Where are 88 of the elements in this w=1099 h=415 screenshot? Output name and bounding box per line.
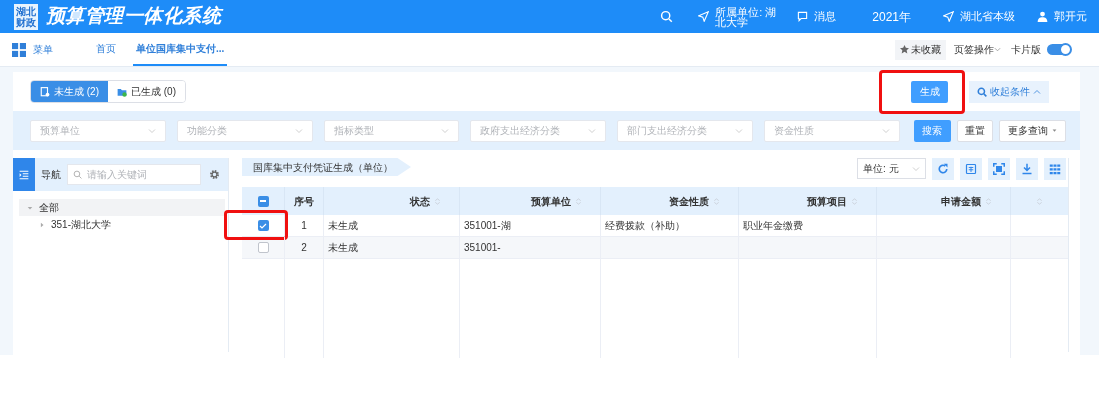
message-icon <box>797 11 809 22</box>
more-query-button[interactable]: 更多查询 <box>998 119 1066 142</box>
column-header[interactable]: 状态 <box>410 193 430 209</box>
select-all-checkbox[interactable] <box>257 195 269 207</box>
tab-operations-dropdown[interactable]: 页签操作 <box>954 42 1001 57</box>
chevron-down-icon <box>294 126 303 135</box>
sort-icon <box>851 196 858 206</box>
filter-dropdown[interactable]: 指标类型 <box>323 119 460 142</box>
app-title: 预算管理一体化系统 <box>46 4 222 29</box>
chevron-down-icon <box>994 46 1001 53</box>
chevron-down-icon <box>735 126 744 135</box>
unit-label[interactable]: 所属单位: 湖北大学 <box>715 6 778 27</box>
filter-dropdown[interactable]: 政府支出经济分类 <box>470 119 607 142</box>
check-icon <box>259 221 267 230</box>
column-grid-icon <box>1049 163 1061 175</box>
sort-icon <box>434 196 441 206</box>
user-name[interactable]: 郭开元 <box>1054 8 1087 25</box>
caret-down-icon <box>1051 128 1057 133</box>
table-cell-text: 未生成 <box>328 241 358 255</box>
chevron-down-icon <box>881 126 890 135</box>
search-icon <box>73 170 82 179</box>
breadcrumb-title: 国库集中支付凭证生成（单位） <box>242 158 411 176</box>
indent-icon <box>19 169 29 180</box>
generate-button[interactable]: 生成 <box>911 80 948 103</box>
navigation-arrow-icon <box>943 11 954 22</box>
row-checkbox[interactable] <box>257 242 269 253</box>
menu-button[interactable]: 菜单 <box>33 42 53 57</box>
table-cell-text: 未生成 <box>328 219 358 233</box>
download-button[interactable] <box>1016 158 1038 180</box>
search-icon <box>660 10 674 23</box>
tree-item[interactable]: 351-湖北大学 <box>51 217 111 232</box>
page-tab[interactable]: 首页 <box>93 33 119 66</box>
card-mode-label: 卡片版 <box>1011 43 1041 57</box>
download-icon <box>1021 163 1033 175</box>
table-icon <box>965 163 977 175</box>
table-cell-text: 351001-湖 <box>464 219 511 233</box>
collapse-sidebar-button[interactable] <box>13 158 35 191</box>
chevron-down-icon <box>441 126 450 135</box>
table-cell-text: 351001- <box>464 241 501 255</box>
column-header[interactable]: 预算项目 <box>807 193 847 209</box>
table-button[interactable] <box>960 158 982 180</box>
logo: 湖北财政 <box>14 3 38 30</box>
document-icon <box>40 86 50 97</box>
year-selector[interactable]: 2021年 <box>872 7 911 26</box>
filter-dropdown[interactable]: 功能分类 <box>176 119 313 142</box>
chevron-up-icon <box>1033 87 1041 96</box>
filter-dropdown[interactable]: 部门支出经济分类 <box>617 119 754 142</box>
refresh-button[interactable] <box>932 158 954 180</box>
column-grid-button[interactable] <box>1044 158 1066 180</box>
tree-item[interactable]: 全部 <box>39 200 59 215</box>
search-button[interactable]: 搜索 <box>913 119 951 142</box>
unit-dropdown[interactable]: 单位: 元 <box>857 158 926 179</box>
table-cell-text: 2 <box>301 241 307 255</box>
column-header[interactable]: 申请金额 <box>941 193 981 209</box>
sidebar-title: 导航 <box>41 168 61 182</box>
sort-icon <box>1035 196 1043 206</box>
reset-button[interactable]: 重置 <box>956 119 993 142</box>
fullscreen-button[interactable] <box>988 158 1010 180</box>
region-selector[interactable]: 湖北省本级 <box>960 8 1015 25</box>
row-checkbox[interactable] <box>257 220 269 231</box>
navigation-arrow-icon <box>698 11 710 22</box>
sort-icon <box>985 196 992 206</box>
gear-icon <box>209 169 220 180</box>
collapse-filters-button[interactable]: 收起条件 <box>969 80 1049 103</box>
messages-link[interactable]: 消息 <box>814 8 837 25</box>
table-cell-text: 职业年金缴费 <box>743 219 803 233</box>
grid-menu-icon <box>12 42 26 57</box>
filter-dropdown[interactable]: 资金性质 <box>764 119 900 142</box>
table-cell-text: 经费拨款（补助） <box>605 219 685 233</box>
chevron-down-icon <box>147 126 156 135</box>
user-icon <box>1037 11 1048 22</box>
column-header[interactable]: 资金性质 <box>669 193 709 209</box>
table-cell-text: 1 <box>301 219 307 233</box>
toggle-switch[interactable] <box>1047 44 1071 55</box>
chevron-down-icon <box>588 126 597 135</box>
sort-icon <box>713 196 720 206</box>
column-header[interactable]: 预算单位 <box>531 193 571 209</box>
chevron-down-icon <box>912 164 920 173</box>
filter-dropdown[interactable]: 预算单位 <box>30 119 166 142</box>
folder-check-icon <box>117 86 127 97</box>
refresh-icon <box>937 163 949 175</box>
status-tab[interactable]: 未生成 (2) <box>31 81 108 102</box>
sort-icon <box>575 196 582 206</box>
star-icon <box>900 45 909 54</box>
search-field[interactable]: 请输入关键词 <box>67 164 201 185</box>
favorite-button[interactable]: 未收藏 <box>895 39 946 60</box>
search-icon <box>977 86 987 97</box>
fullscreen-icon <box>993 163 1005 175</box>
